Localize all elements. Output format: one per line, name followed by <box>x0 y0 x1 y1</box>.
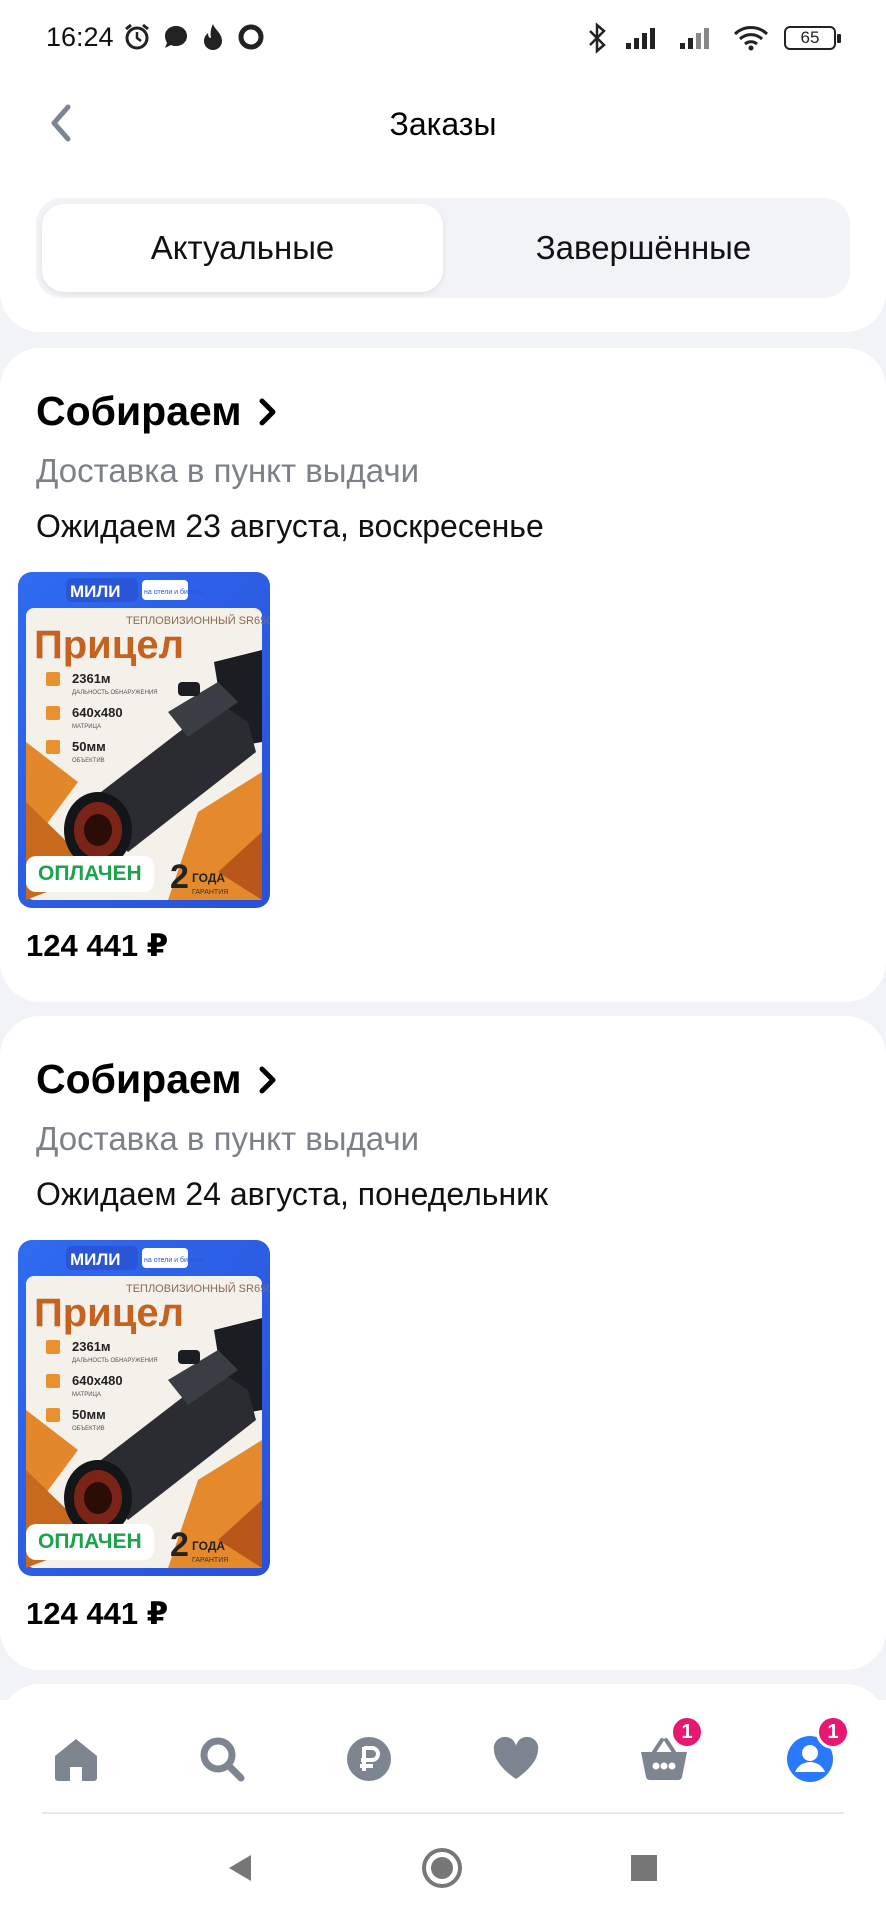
status-time: 16:24 <box>46 22 114 52</box>
spec2-value: 640х480 <box>72 705 123 720</box>
chevron-right-icon <box>259 398 276 425</box>
spec3-label: ОБЪЕКТИВ <box>72 1426 105 1432</box>
delivery-method: Доставка в пункт выдачи <box>36 452 420 489</box>
signal-icon-2 <box>680 28 709 49</box>
heart-icon <box>493 1736 539 1779</box>
product-image[interactable]: МИЛИ на отели и билеты ТЕПЛОВИЗИОННЫЙ SR… <box>18 572 270 908</box>
tab-current[interactable]: Актуальные <box>42 204 443 292</box>
spec1-value: 2361м <box>72 1339 111 1354</box>
alarm-icon <box>125 23 149 50</box>
warranty-number: 2 <box>170 858 189 896</box>
header: Заказы Актуальные Завершённые <box>0 76 886 332</box>
tabs: Актуальные Завершённые <box>36 198 850 298</box>
order-status: Собираем <box>36 1056 242 1102</box>
order-card: Собираем Доставка в пункт выдачи Ожидаем… <box>0 1016 886 1670</box>
order-card: Собираем Доставка в пункт выдачи Ожидаем… <box>0 348 886 1002</box>
spec1-value: 2361м <box>72 671 111 686</box>
order-price: 124 441 ₽ <box>26 1596 169 1631</box>
chevron-right-icon <box>259 1066 276 1093</box>
ruble-icon <box>347 1737 391 1781</box>
wifi-icon <box>733 26 769 51</box>
delivery-method: Доставка в пункт выдачи <box>36 1120 420 1157</box>
tab-completed[interactable]: Завершённые <box>443 204 844 292</box>
order-status-link[interactable]: Собираем <box>36 1056 278 1103</box>
system-back-button[interactable] <box>218 1846 262 1890</box>
spec1-label: ДАЛЬНОСТЬ ОБНАРУЖЕНИЯ <box>72 1358 158 1364</box>
spec1-label: ДАЛЬНОСТЬ ОБНАРУЖЕНИЯ <box>72 690 158 696</box>
page-title: Заказы <box>389 106 497 142</box>
spec3-value: 50мм <box>72 1407 106 1422</box>
bluetooth-icon <box>589 22 606 54</box>
system-recents-button[interactable] <box>622 1846 666 1890</box>
warranty-word: ГОДА <box>192 1539 225 1553</box>
flame-icon <box>204 24 222 50</box>
signal-icon-1 <box>626 28 655 49</box>
product-title: Прицел <box>34 1291 184 1335</box>
battery-indicator: 65 <box>784 26 841 50</box>
search-icon <box>200 1737 245 1782</box>
status-right-icons: 65 <box>584 22 841 54</box>
bottom-navigation: 1 1 <box>0 1700 886 1816</box>
warranty-label: ГАРАНТИЯ <box>192 889 228 896</box>
nav-cart[interactable]: 1 <box>632 1715 704 1791</box>
paid-badge: ОПЛАЧЕН <box>26 856 154 892</box>
order-status: Собираем <box>36 388 242 434</box>
status-left-icons <box>122 22 266 52</box>
system-home-button[interactable] <box>420 1846 464 1890</box>
spec3-value: 50мм <box>72 739 106 754</box>
spec2-label: МАТРИЦА <box>72 724 101 730</box>
expected-date: Ожидаем 24 августа, понедельник <box>36 1176 548 1212</box>
square-recents-icon <box>631 1855 657 1881</box>
nav-home[interactable] <box>44 1727 108 1791</box>
warranty-number: 2 <box>170 1526 189 1564</box>
spec2-label: МАТРИЦА <box>72 1392 101 1398</box>
spec3-label: ОБЪЕКТИВ <box>72 758 105 764</box>
product-brand-sub: на отели и билеты <box>144 588 204 596</box>
nav-search[interactable] <box>190 1727 254 1791</box>
product-brand-sub: на отели и билеты <box>144 1256 204 1264</box>
expected-date: Ожидаем 23 августа, воскресенье <box>36 508 544 544</box>
nav-favorites[interactable] <box>484 1727 548 1791</box>
warranty-word: ГОДА <box>192 871 225 885</box>
spec2-value: 640х480 <box>72 1373 123 1388</box>
product-title: Прицел <box>34 623 184 667</box>
status-bar: 16:24 65 <box>0 0 886 76</box>
product-brand: МИЛИ <box>70 582 121 601</box>
nav-profile[interactable]: 1 <box>778 1715 850 1791</box>
cart-badge: 1 <box>670 1715 704 1749</box>
circle-home-icon <box>422 1848 462 1888</box>
circle-status-icon <box>238 24 264 50</box>
order-price: 124 441 ₽ <box>26 928 169 963</box>
order-status-link[interactable]: Собираем <box>36 388 278 435</box>
product-brand: МИЛИ <box>70 1250 121 1269</box>
triangle-back-icon <box>229 1855 251 1881</box>
chat-icon <box>165 26 187 48</box>
product-image[interactable]: МИЛИ на отели и билеты ТЕПЛОВИЗИОННЫЙ SR… <box>18 1240 270 1576</box>
home-icon <box>55 1739 97 1781</box>
warranty-label: ГАРАНТИЯ <box>192 1557 228 1564</box>
system-navigation <box>0 1814 886 1920</box>
paid-badge: ОПЛАЧЕН <box>26 1524 154 1560</box>
nav-payments[interactable] <box>337 1727 401 1791</box>
profile-badge: 1 <box>816 1715 850 1749</box>
